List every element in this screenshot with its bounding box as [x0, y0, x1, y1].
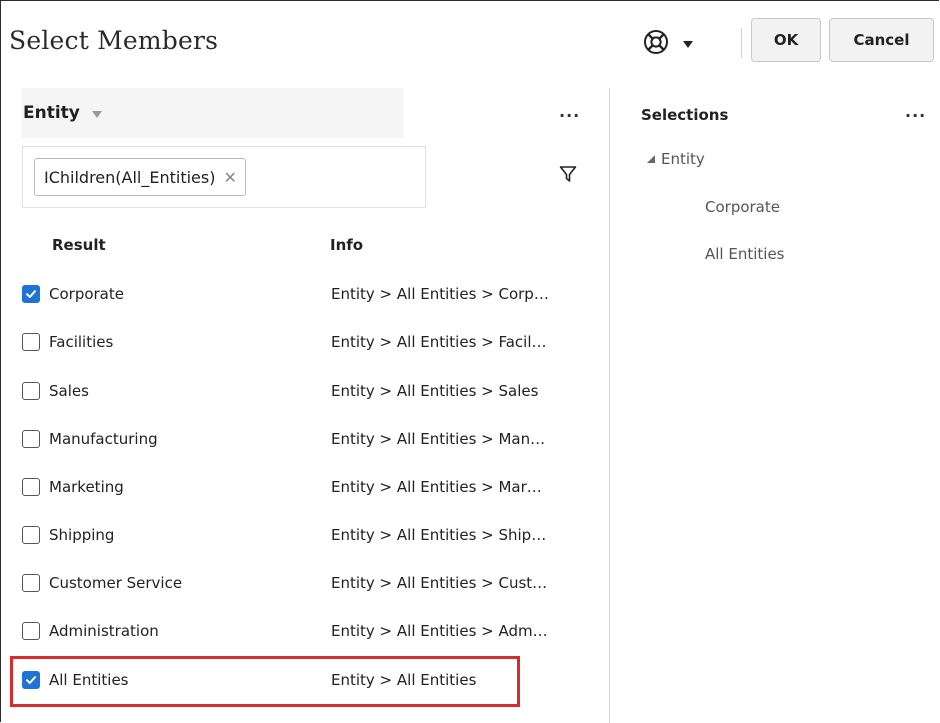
result-info: Entity > All Entities > Sales — [331, 382, 539, 400]
check-icon — [26, 290, 36, 298]
selection-item[interactable]: All Entities — [705, 245, 785, 263]
dimension-selector[interactable]: Entity — [22, 88, 403, 138]
chevron-down-icon — [683, 40, 693, 48]
result-info: Entity > All Entities > Cust… — [331, 574, 548, 592]
result-name: Administration — [49, 622, 159, 640]
result-name: Sales — [49, 382, 89, 400]
column-header-info: Info — [330, 236, 364, 254]
list-item[interactable]: Marketing Entity > All Entities > Mar… — [22, 468, 592, 506]
list-item[interactable]: Sales Entity > All Entities > Sales — [22, 372, 592, 410]
filter-icon[interactable] — [559, 165, 577, 187]
list-item[interactable]: Administration Entity > All Entities > A… — [22, 612, 592, 650]
search-input[interactable]: IChildren(All_Entities) ✕ — [22, 146, 426, 208]
checkbox[interactable] — [22, 478, 40, 496]
result-info: Entity > All Entities > Mar… — [331, 478, 542, 496]
checkbox[interactable] — [22, 622, 40, 640]
checkbox[interactable] — [22, 285, 40, 303]
lifebuoy-icon — [643, 29, 669, 59]
result-name: Customer Service — [49, 574, 183, 592]
result-info: Entity > All Entities > Ship… — [331, 526, 547, 544]
list-item[interactable]: Manufacturing Entity > All Entities > Ma… — [22, 420, 592, 458]
result-name: All Entities — [49, 671, 129, 689]
result-name: Manufacturing — [49, 430, 158, 448]
result-info: Entity > All Entities > Man… — [331, 430, 546, 448]
checkbox[interactable] — [22, 574, 40, 592]
list-item[interactable]: Corporate Entity > All Entities > Corp… — [22, 275, 592, 313]
more-options-icon[interactable]: ··· — [905, 106, 926, 125]
checkbox[interactable] — [22, 526, 40, 544]
toolbar-divider — [741, 28, 742, 58]
list-item[interactable]: Shipping Entity > All Entities > Ship… — [22, 516, 592, 554]
panel-divider — [609, 88, 610, 723]
selection-item[interactable]: Corporate — [705, 198, 780, 216]
more-options-icon[interactable]: ··· — [559, 106, 580, 125]
ok-button[interactable]: OK — [751, 18, 821, 62]
close-icon[interactable]: ✕ — [223, 168, 236, 187]
result-name: Marketing — [49, 478, 124, 496]
cancel-button[interactable]: Cancel — [829, 18, 934, 62]
list-item[interactable]: Facilities Entity > All Entities > Facil… — [22, 323, 592, 361]
list-item[interactable]: Customer Service Entity > All Entities >… — [22, 564, 592, 602]
check-icon — [26, 676, 36, 684]
result-info: Entity > All Entities > Corp… — [331, 285, 549, 303]
result-name: Shipping — [49, 526, 115, 544]
selections-tree-node[interactable]: Entity — [647, 150, 705, 168]
result-info: Entity > All Entities > Adm… — [331, 622, 548, 640]
filter-chip[interactable]: IChildren(All_Entities) ✕ — [34, 158, 246, 196]
checkbox[interactable] — [22, 671, 40, 689]
result-name: Facilities — [49, 333, 114, 351]
chevron-down-icon — [91, 110, 102, 118]
expand-triangle-icon — [647, 155, 655, 163]
column-header-result: Result — [52, 236, 106, 254]
selections-dimension-label: Entity — [661, 150, 705, 168]
checkbox[interactable] — [22, 333, 40, 351]
result-name: Corporate — [49, 285, 124, 303]
filter-chip-label: IChildren(All_Entities) — [44, 167, 216, 187]
result-info: Entity > All Entities — [331, 671, 477, 689]
help-menu-button[interactable] — [643, 23, 717, 65]
checkbox[interactable] — [22, 430, 40, 448]
dialog-title: Select Members — [9, 26, 219, 55]
checkbox[interactable] — [22, 382, 40, 400]
list-item[interactable]: All Entities Entity > All Entities — [22, 661, 592, 699]
selections-title: Selections — [641, 106, 729, 124]
dimension-label: Entity — [23, 103, 80, 123]
result-info: Entity > All Entities > Facil… — [331, 333, 547, 351]
